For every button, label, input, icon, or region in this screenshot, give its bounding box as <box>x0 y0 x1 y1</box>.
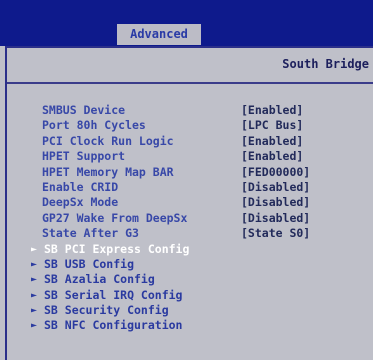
submenu-label: SB Azalia Config <box>44 272 155 287</box>
submenu-label: SB Serial IRQ Config <box>44 287 183 302</box>
section-header: South Bridge <box>7 48 373 84</box>
setting-label: PCI Clock Run Logic <box>42 133 174 148</box>
setting-hpet-support[interactable]: HPET Support [Enabled] <box>0 149 373 164</box>
setting-value[interactable]: [Disabled] <box>241 180 310 195</box>
settings-list: SMBUS Device [Enabled] Port 80h Cycles [… <box>0 103 373 334</box>
setting-pci-clock-run-logic[interactable]: PCI Clock Run Logic [Enabled] <box>0 134 373 149</box>
setting-label: DeepSx Mode <box>42 195 119 210</box>
submenu-sb-usb-config[interactable]: ► SB USB Config <box>0 257 373 272</box>
submenu-arrow-icon: ► <box>31 274 38 286</box>
submenu-sb-pci-express-config[interactable]: ► SB PCI Express Config <box>0 242 373 257</box>
submenu-arrow-icon: ► <box>31 289 38 301</box>
submenu-arrow-icon: ► <box>31 243 38 255</box>
setting-label: State After G3 <box>42 226 139 241</box>
setting-label: HPET Support <box>42 149 126 164</box>
submenu-arrow-icon: ► <box>31 320 38 332</box>
setting-label: Port 80h Cycles <box>42 118 146 133</box>
setting-label: GP27 Wake From DeepSx <box>42 210 188 225</box>
setting-state-after-g3[interactable]: State After G3 [State S0] <box>0 226 373 241</box>
setting-hpet-memory-map-bar[interactable]: HPET Memory Map BAR [FED00000] <box>0 165 373 180</box>
setting-value[interactable]: [FED00000] <box>241 165 310 180</box>
submenu-label: SB Security Config <box>44 303 169 318</box>
setting-value[interactable]: [Disabled] <box>241 195 310 210</box>
setting-value[interactable]: [State S0] <box>241 226 310 241</box>
setting-smbus-device[interactable]: SMBUS Device [Enabled] <box>0 103 373 118</box>
submenu-sb-nfc-configuration[interactable]: ► SB NFC Configuration <box>0 318 373 333</box>
submenu-label: SB USB Config <box>44 256 135 271</box>
submenu-arrow-icon: ► <box>31 305 38 317</box>
setting-value[interactable]: [Enabled] <box>241 134 303 149</box>
setting-gp27-wake[interactable]: GP27 Wake From DeepSx [Disabled] <box>0 211 373 226</box>
setting-value[interactable]: [Enabled] <box>241 149 303 164</box>
setting-enable-crid[interactable]: Enable CRID [Disabled] <box>0 180 373 195</box>
setting-value[interactable]: [Disabled] <box>241 211 310 226</box>
setting-deepsx-mode[interactable]: DeepSx Mode [Disabled] <box>0 195 373 210</box>
setting-value[interactable]: [LPC Bus] <box>241 118 303 133</box>
bios-top-bar: Advanced <box>0 0 373 46</box>
submenu-sb-serial-irq-config[interactable]: ► SB Serial IRQ Config <box>0 288 373 303</box>
section-title: South Bridge <box>282 57 369 71</box>
setting-value[interactable]: [Enabled] <box>241 103 303 118</box>
submenu-label: SB PCI Express Config <box>44 241 190 256</box>
setting-label: HPET Memory Map BAR <box>42 164 174 179</box>
submenu-label: SB NFC Configuration <box>44 318 183 333</box>
submenu-sb-azalia-config[interactable]: ► SB Azalia Config <box>0 272 373 287</box>
bios-screen: Advanced South Bridge SMBUS Device [Enab… <box>0 0 373 360</box>
tab-advanced[interactable]: Advanced <box>117 24 201 45</box>
setting-label: Enable CRID <box>42 179 119 194</box>
submenu-arrow-icon: ► <box>31 258 38 270</box>
submenu-sb-security-config[interactable]: ► SB Security Config <box>0 303 373 318</box>
setting-label: SMBUS Device <box>42 103 126 117</box>
setting-port-80h-cycles[interactable]: Port 80h Cycles [LPC Bus] <box>0 118 373 133</box>
